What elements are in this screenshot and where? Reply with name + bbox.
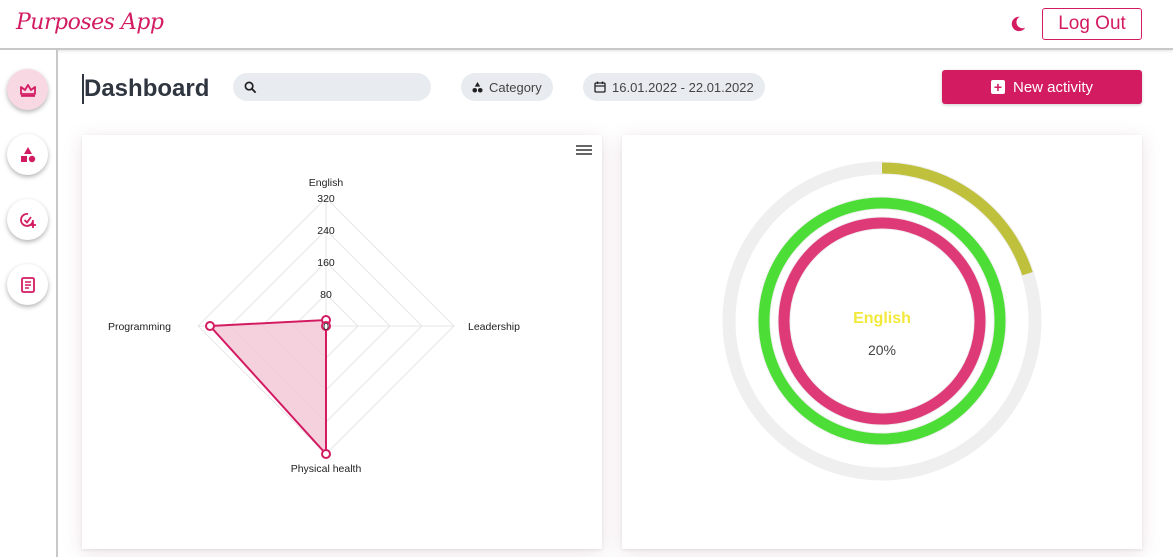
radar-point[interactable] [321, 449, 331, 459]
top-bar: Purposes App Log Out [0, 0, 1173, 50]
sidebar-item-dashboard[interactable] [7, 69, 48, 110]
search-input[interactable] [265, 79, 425, 95]
date-range-label: 16.01.2022 - 22.01.2022 [612, 79, 754, 95]
radar-tick-label: 80 [320, 289, 332, 301]
crown-icon [19, 83, 36, 97]
calendar-icon [594, 81, 606, 93]
notes-icon [20, 276, 35, 293]
sidebar-item-notes[interactable] [7, 264, 48, 305]
category-filter[interactable]: Category [461, 73, 553, 101]
sidebar-item-goals[interactable] [7, 199, 48, 240]
logout-button[interactable]: Log Out [1042, 8, 1142, 40]
radar-category-label: Programming [108, 321, 171, 333]
moon-icon [1011, 16, 1026, 32]
radar-tick-label: 160 [317, 257, 335, 269]
sidebar [0, 50, 58, 557]
radar-series-area [207, 318, 327, 457]
radar-chart: 0 80 160 240 320 English Leadership Physical h… [108, 177, 520, 475]
radar-tick-label: 320 [317, 193, 335, 205]
radar-chart-card: 0 80 160 240 320 English Leadership Physical h… [82, 135, 602, 549]
radial-bar-chart: English 20% [722, 161, 1042, 481]
shapes-icon [472, 81, 483, 93]
search-icon [244, 81, 257, 93]
radar-point[interactable] [205, 321, 215, 331]
radar-tick-label: 240 [317, 225, 335, 237]
radial-chart-card: English 20% [622, 135, 1142, 549]
shapes-icon [20, 146, 35, 162]
chart-menu-icon[interactable] [576, 143, 592, 157]
radial-center-value: 20% [868, 342, 896, 358]
check-add-icon [19, 212, 36, 228]
radar-category-label: English [309, 177, 344, 189]
category-filter-label: Category [489, 79, 542, 95]
theme-toggle-button[interactable] [1008, 14, 1028, 34]
radar-category-label: Physical health [291, 463, 362, 475]
app-logo: Purposes App [16, 10, 164, 35]
radar-tick-label: 0 [323, 321, 329, 333]
new-activity-label: New activity [1012, 78, 1094, 96]
sidebar-item-categories[interactable] [7, 134, 48, 175]
radar-category-label: Leadership [468, 321, 520, 333]
new-activity-button[interactable]: + New activity [942, 70, 1142, 104]
radial-center-label: English [853, 310, 911, 327]
plus-icon: + [990, 80, 1005, 94]
search-bar[interactable] [233, 73, 431, 101]
date-range-picker[interactable]: 16.01.2022 - 22.01.2022 [583, 73, 765, 101]
page-title: Dashboard [82, 74, 210, 104]
